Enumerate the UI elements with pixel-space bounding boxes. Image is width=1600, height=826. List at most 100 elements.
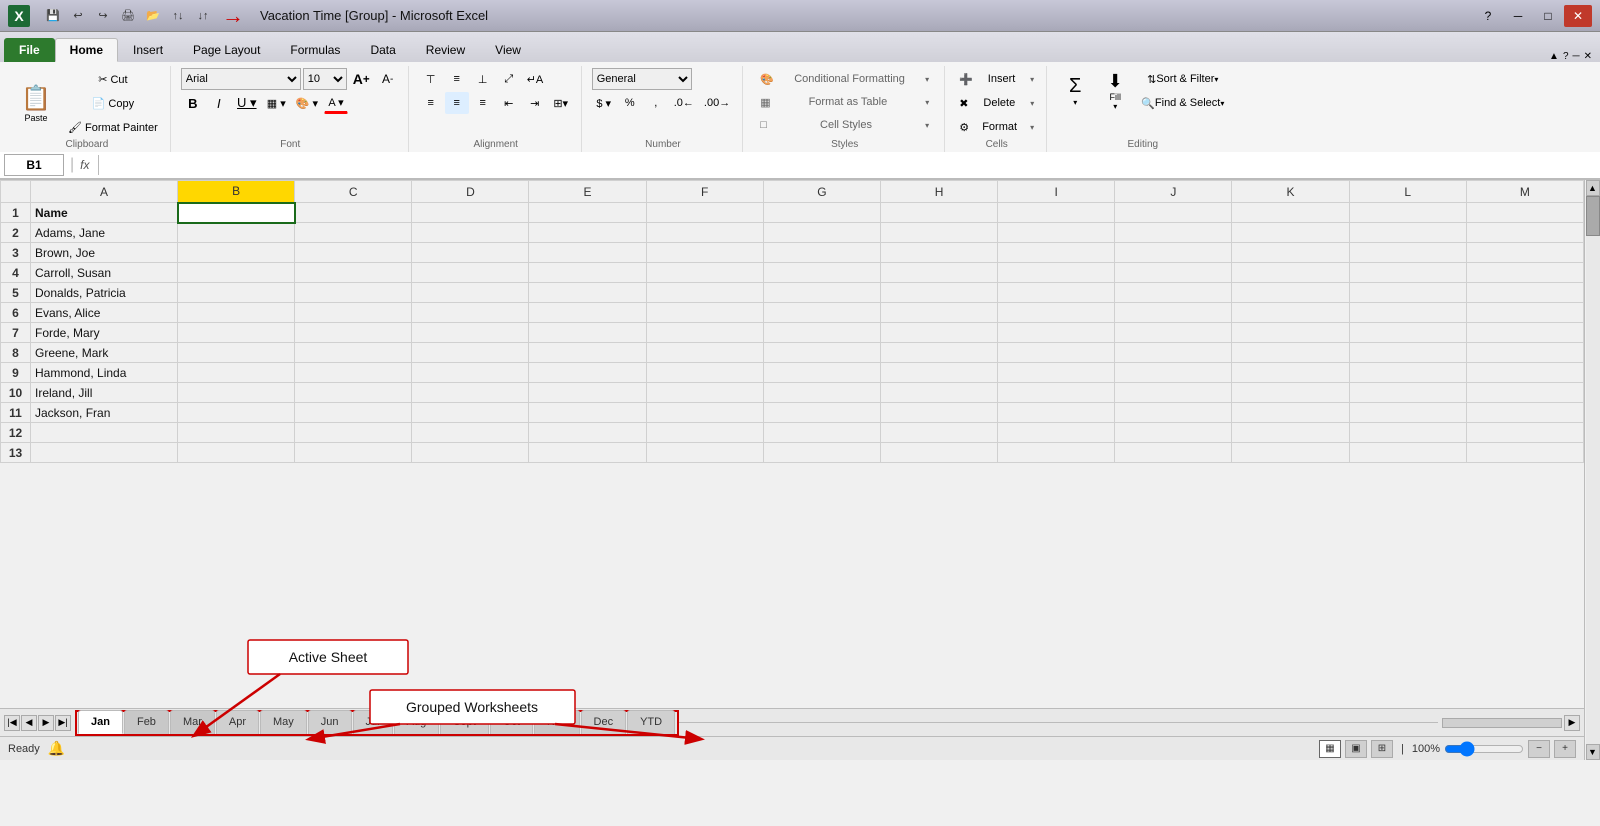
cell-B9[interactable] [178,363,295,383]
open-button[interactable]: 📂 [142,5,164,27]
cell-L1[interactable] [1349,203,1466,223]
cell-J5[interactable] [1115,283,1232,303]
cell-L10[interactable] [1349,383,1466,403]
cell-G6[interactable] [763,303,880,323]
row-header-11[interactable]: 11 [1,403,31,423]
cell-A4[interactable]: Carroll, Susan [31,263,178,283]
cell-B10[interactable] [178,383,295,403]
align-middle-button[interactable]: ≡ [445,68,469,90]
sort-filter-button[interactable]: ⇅ Sort & Filter ▾ [1137,68,1228,90]
cell-H2[interactable] [880,223,997,243]
cell-C9[interactable] [295,363,412,383]
col-header-D[interactable]: D [412,181,529,203]
cell-F8[interactable] [646,343,763,363]
tab-data[interactable]: Data [355,38,410,62]
align-bottom-button[interactable]: ⊥ [471,68,495,90]
cell-F3[interactable] [646,243,763,263]
cell-E12[interactable] [529,423,646,443]
cell-D1[interactable] [412,203,529,223]
cell-D3[interactable] [412,243,529,263]
cell-I8[interactable] [998,343,1115,363]
cell-I3[interactable] [998,243,1115,263]
cell-C11[interactable] [295,403,412,423]
cell-E11[interactable] [529,403,646,423]
row-header-5[interactable]: 5 [1,283,31,303]
col-header-E[interactable]: E [529,181,646,203]
cell-D5[interactable] [412,283,529,303]
cell-G10[interactable] [763,383,880,403]
ribbon-help-button[interactable]: ? [1563,51,1569,62]
cell-F9[interactable] [646,363,763,383]
format-cells-button[interactable]: ⚙ Format ▾ [955,116,1038,138]
cell-I5[interactable] [998,283,1115,303]
cell-D6[interactable] [412,303,529,323]
cell-G5[interactable] [763,283,880,303]
cell-C4[interactable] [295,263,412,283]
cell-A3[interactable]: Brown, Joe [31,243,178,263]
col-header-G[interactable]: G [763,181,880,203]
cell-E13[interactable] [529,443,646,463]
col-header-F[interactable]: F [646,181,763,203]
row-header-3[interactable]: 3 [1,243,31,263]
sheet-tab-jan[interactable]: Jan [78,710,123,734]
cell-M11[interactable] [1466,403,1583,423]
cell-E7[interactable] [529,323,646,343]
sheet-tab-scrollbar[interactable] [1442,718,1562,728]
cell-C3[interactable] [295,243,412,263]
cell-M8[interactable] [1466,343,1583,363]
cell-M5[interactable] [1466,283,1583,303]
cell-B2[interactable] [178,223,295,243]
cell-C12[interactable] [295,423,412,443]
cell-D8[interactable] [412,343,529,363]
sheet-tab-may[interactable]: May [260,710,307,734]
cell-J11[interactable] [1115,403,1232,423]
sheet-prev-button[interactable]: ◀ [21,715,37,731]
cell-L13[interactable] [1349,443,1466,463]
cell-E9[interactable] [529,363,646,383]
cell-L8[interactable] [1349,343,1466,363]
tab-formulas[interactable]: Formulas [275,38,355,62]
cell-J13[interactable] [1115,443,1232,463]
cell-L4[interactable] [1349,263,1466,283]
cell-G12[interactable] [763,423,880,443]
cell-E4[interactable] [529,263,646,283]
conditional-formatting-button[interactable]: 🎨 Conditional Formatting ▾ [753,68,936,90]
cell-D12[interactable] [412,423,529,443]
col-header-C[interactable]: C [295,181,412,203]
cell-L12[interactable] [1349,423,1466,443]
cell-L5[interactable] [1349,283,1466,303]
cell-K5[interactable] [1232,283,1349,303]
page-layout-view-button[interactable]: ▣ [1345,740,1367,758]
cell-M6[interactable] [1466,303,1583,323]
cell-H5[interactable] [880,283,997,303]
cell-J3[interactable] [1115,243,1232,263]
cell-A10[interactable]: Ireland, Jill [31,383,178,403]
angle-text-button[interactable]: ⤢ [497,68,521,90]
undo-button[interactable]: ↩ [67,5,89,27]
decrease-decimal-button[interactable]: .0← [670,92,698,114]
cell-H11[interactable] [880,403,997,423]
col-header-I[interactable]: I [998,181,1115,203]
close-button[interactable]: ✕ [1564,5,1592,27]
cell-G13[interactable] [763,443,880,463]
cell-styles-button[interactable]: □ Cell Styles ▾ [753,114,936,136]
cell-M2[interactable] [1466,223,1583,243]
cell-C13[interactable] [295,443,412,463]
cell-A5[interactable]: Donalds, Patricia [31,283,178,303]
cell-G7[interactable] [763,323,880,343]
fill-button[interactable]: ⬇ Fill ▾ [1097,68,1133,114]
cell-J12[interactable] [1115,423,1232,443]
cell-M12[interactable] [1466,423,1583,443]
cell-F10[interactable] [646,383,763,403]
maximize-button[interactable]: □ [1534,5,1562,27]
align-center-button[interactable]: ≡ [445,92,469,114]
row-header-1[interactable]: 1 [1,203,31,223]
cell-G8[interactable] [763,343,880,363]
cell-L9[interactable] [1349,363,1466,383]
cell-H12[interactable] [880,423,997,443]
cell-I13[interactable] [998,443,1115,463]
shrink-font-button[interactable]: A- [376,68,400,90]
cell-J10[interactable] [1115,383,1232,403]
cell-I6[interactable] [998,303,1115,323]
save-button[interactable]: 💾 [42,5,64,27]
